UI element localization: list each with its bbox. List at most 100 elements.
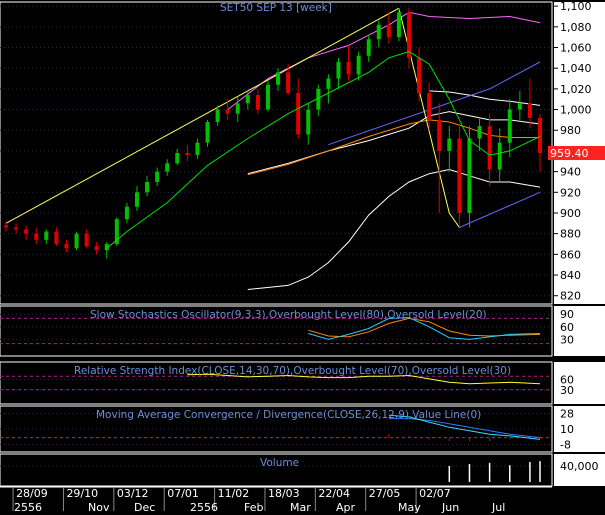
candle-body xyxy=(245,95,250,104)
x-tick-label: 28/09 xyxy=(16,487,48,500)
candle-body xyxy=(165,163,170,172)
candle-body xyxy=(376,24,381,40)
candle-body xyxy=(235,103,240,114)
x-tick-label: 03/12 xyxy=(117,487,149,500)
indicator-tick-label: -8 xyxy=(560,439,571,452)
month-label: Jul xyxy=(491,501,505,514)
candle-body xyxy=(437,119,442,151)
indicator-tick-label: 30 xyxy=(560,333,574,346)
candle-body xyxy=(447,138,452,151)
x-tick-label: 02/07 xyxy=(419,487,451,500)
x-tick-label: 22/04 xyxy=(318,487,350,500)
candle-body xyxy=(326,78,331,89)
y-tick-label: 1,080 xyxy=(560,21,592,34)
candle-body xyxy=(155,171,160,182)
stock-chart: Slow Stochastics Oscillator(9,3,3),Overb… xyxy=(0,0,605,515)
candle-body xyxy=(205,121,210,143)
month-label: 2556 xyxy=(190,501,218,514)
candle-body xyxy=(145,181,150,193)
candle-body xyxy=(477,126,482,139)
y-tick-label: 1,000 xyxy=(560,104,592,117)
candle-body xyxy=(457,138,462,213)
indicator-title: Moving Average Convergence / Divergence(… xyxy=(96,409,481,421)
indicator-title: Slow Stochastics Oscillator(9,3,3),Overb… xyxy=(90,309,487,321)
candle-body xyxy=(94,246,99,251)
candle-body xyxy=(14,227,19,230)
y-tick-label: 1,100 xyxy=(560,0,592,13)
last-price-label: 959.40 xyxy=(550,147,589,160)
candle-body xyxy=(175,153,180,164)
y-tick-label: 940 xyxy=(560,166,581,179)
indicator-title: Volume xyxy=(260,457,299,469)
y-tick-label: 1,020 xyxy=(560,83,592,96)
chart-title: SET50 SEP 13 [week] xyxy=(220,2,332,14)
y-tick-label: 1,040 xyxy=(560,62,592,75)
candle-body xyxy=(134,192,139,207)
x-tick-label: 07/01 xyxy=(167,487,199,500)
x-tick-label: 29/10 xyxy=(66,487,98,500)
candle-body xyxy=(487,126,492,170)
candle-body xyxy=(4,225,8,228)
candle-body xyxy=(407,12,412,58)
candle-body xyxy=(24,229,29,234)
y-tick-label: 980 xyxy=(560,124,581,137)
month-label: Nov xyxy=(88,501,110,514)
candle-body xyxy=(44,231,49,240)
x-tick-label: 27/05 xyxy=(369,487,401,500)
indicator-tick-label: 60 xyxy=(560,321,574,334)
candle-body xyxy=(517,103,522,110)
indicator-panel: Relative Strength Index(CLOSE,14,30,70),… xyxy=(0,361,553,405)
candle-body xyxy=(417,57,422,94)
candle-body xyxy=(286,72,291,94)
candle-body xyxy=(195,142,200,156)
indicator-tick-label: 28 xyxy=(560,407,574,420)
indicator-tick-label: 90 xyxy=(560,308,574,321)
candle-body xyxy=(296,93,301,135)
month-label: Dec xyxy=(134,501,155,514)
month-label: May xyxy=(398,501,421,514)
candle-body xyxy=(255,95,260,110)
x-tick-label: 18/03 xyxy=(268,487,300,500)
candle-body xyxy=(467,138,472,213)
y-tick-label: 860 xyxy=(560,248,581,261)
candle-body xyxy=(538,117,542,153)
candle-body xyxy=(336,61,341,79)
candle-body xyxy=(74,233,79,249)
candle-body xyxy=(124,206,129,220)
y-tick-label: 1,060 xyxy=(560,42,592,55)
candle-body xyxy=(427,93,432,120)
month-label: 2556 xyxy=(14,501,42,514)
price-panel xyxy=(0,1,553,305)
y-tick-label: 880 xyxy=(560,228,581,241)
candle-body xyxy=(185,153,190,156)
candle-body xyxy=(366,39,371,56)
y-tick-label: 920 xyxy=(560,186,581,199)
candle-body xyxy=(527,103,532,118)
indicator-panels: Slow Stochastics Oscillator(9,3,3),Overb… xyxy=(0,305,553,487)
indicator-tick-label: 10 xyxy=(560,423,574,436)
candle-body xyxy=(276,72,281,85)
candle-body xyxy=(396,12,401,38)
indicator-tick-label: 40,000 xyxy=(560,460,599,473)
candle-body xyxy=(84,233,89,247)
indicator-panel: Moving Average Convergence / Divergence(… xyxy=(0,405,553,453)
y-tick-label: 820 xyxy=(560,290,581,303)
candle-body xyxy=(306,109,311,135)
candle-body xyxy=(356,55,361,75)
candle-body xyxy=(497,142,502,170)
month-label: Mar xyxy=(290,501,311,514)
candle-body xyxy=(386,24,391,38)
candle-body xyxy=(346,61,351,75)
y-tick-label: 840 xyxy=(560,269,581,282)
candle-body xyxy=(34,233,39,240)
candle-body xyxy=(64,244,69,249)
candle-body xyxy=(265,84,270,110)
indicator-tick-label: 30 xyxy=(560,384,574,397)
month-label: Jun xyxy=(441,501,459,514)
indicator-panel: Slow Stochastics Oscillator(9,3,3),Overb… xyxy=(0,305,553,357)
month-label: Feb xyxy=(244,501,263,514)
x-tick-label: 11/02 xyxy=(218,487,250,500)
month-label: Apr xyxy=(336,501,356,514)
candle-body xyxy=(225,109,230,114)
y-tick-label: 900 xyxy=(560,207,581,220)
